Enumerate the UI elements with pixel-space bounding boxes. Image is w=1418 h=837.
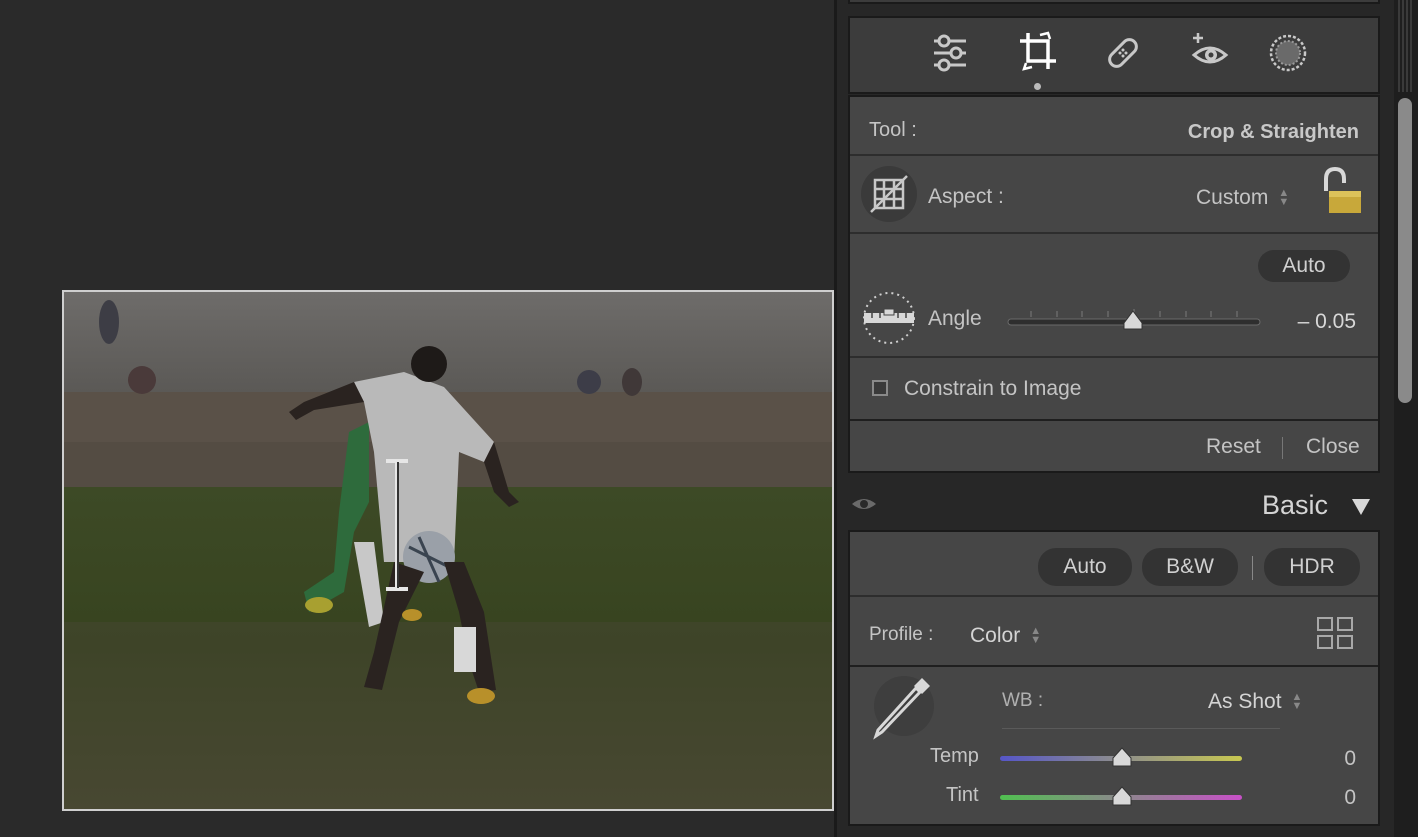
panel-top-strip: [848, 0, 1380, 4]
temp-slider-thumb: [1112, 747, 1132, 767]
red-eye-icon[interactable]: [1190, 31, 1230, 71]
angle-label: Angle: [928, 307, 982, 330]
aspect-value: Custom: [1196, 186, 1269, 209]
select-arrows-icon: ▲ ▼: [1278, 187, 1290, 208]
white-balance-eyedropper-icon[interactable]: [870, 674, 934, 740]
temp-slider[interactable]: [998, 744, 1246, 772]
angle-slider[interactable]: [1006, 307, 1262, 337]
angle-value[interactable]: – 0.05: [1298, 310, 1356, 334]
profile-value: Color: [970, 624, 1021, 647]
aspect-label: Aspect :: [928, 185, 1004, 208]
reset-button[interactable]: Reset: [1206, 435, 1261, 459]
scrollbar-thumb[interactable]: [1398, 98, 1412, 403]
crop-grid-icon: [870, 175, 908, 213]
active-tool-indicator: [1034, 83, 1041, 90]
wb-label: WB :: [1002, 690, 1044, 711]
button-divider: [1282, 437, 1283, 459]
select-arrows-icon: ▲ ▼: [1030, 625, 1042, 646]
profile-browser-grid-icon[interactable]: [1316, 616, 1356, 652]
aspect-tool-button[interactable]: [861, 166, 917, 222]
temp-label: Temp: [930, 745, 979, 767]
basic-panel: Auto B&W HDR Profile : Color ▲ ▼ WB : As …: [848, 530, 1380, 826]
tint-slider-thumb: [1112, 786, 1132, 806]
button-divider: [1252, 556, 1253, 580]
crop-icon[interactable]: [1018, 31, 1058, 71]
photo-canvas[interactable]: [62, 290, 834, 811]
scrollbar-track: [1398, 0, 1412, 92]
sliders-icon[interactable]: [930, 33, 970, 73]
tool-name: Crop & Straighten: [1187, 121, 1359, 143]
profile-select[interactable]: Color ▲ ▼: [970, 622, 1060, 650]
tool-strip: [848, 16, 1380, 94]
hdr-button[interactable]: HDR: [1264, 548, 1360, 586]
angle-slider-thumb: [1123, 310, 1143, 330]
tint-value[interactable]: 0: [1344, 786, 1356, 810]
healing-bandage-icon[interactable]: [1103, 33, 1143, 73]
tool-label: Tool :: [869, 119, 917, 141]
lock-icon[interactable]: [1316, 166, 1364, 217]
close-button[interactable]: Close: [1306, 435, 1360, 459]
angle-auto-button[interactable]: Auto: [1258, 250, 1350, 282]
wb-select[interactable]: As Shot ▲ ▼: [1208, 688, 1328, 716]
constrain-label[interactable]: Constrain to Image: [904, 377, 1081, 401]
bw-button[interactable]: B&W: [1142, 548, 1238, 586]
temp-value[interactable]: 0: [1344, 747, 1356, 771]
basic-auto-button[interactable]: Auto: [1038, 548, 1132, 586]
profile-label: Profile :: [869, 624, 934, 645]
wb-underline: [1002, 728, 1280, 729]
tint-label: Tint: [946, 784, 979, 806]
basic-panel-header[interactable]: Basic: [848, 478, 1380, 530]
wb-value: As Shot: [1208, 690, 1282, 713]
eye-visibility-icon[interactable]: [850, 494, 878, 514]
crop-panel: Tool : Crop & Straighten Aspect : Custom…: [848, 95, 1380, 473]
basic-panel-title: Basic: [1261, 490, 1328, 520]
tint-slider[interactable]: [998, 783, 1246, 811]
constrain-checkbox[interactable]: [872, 380, 888, 396]
straighten-tool-icon[interactable]: [860, 289, 918, 347]
collapse-triangle-icon[interactable]: [1350, 497, 1372, 517]
masking-icon[interactable]: [1268, 33, 1308, 73]
select-arrows-icon: ▲ ▼: [1291, 691, 1303, 712]
aspect-select[interactable]: Custom ▲ ▼: [1196, 183, 1300, 213]
